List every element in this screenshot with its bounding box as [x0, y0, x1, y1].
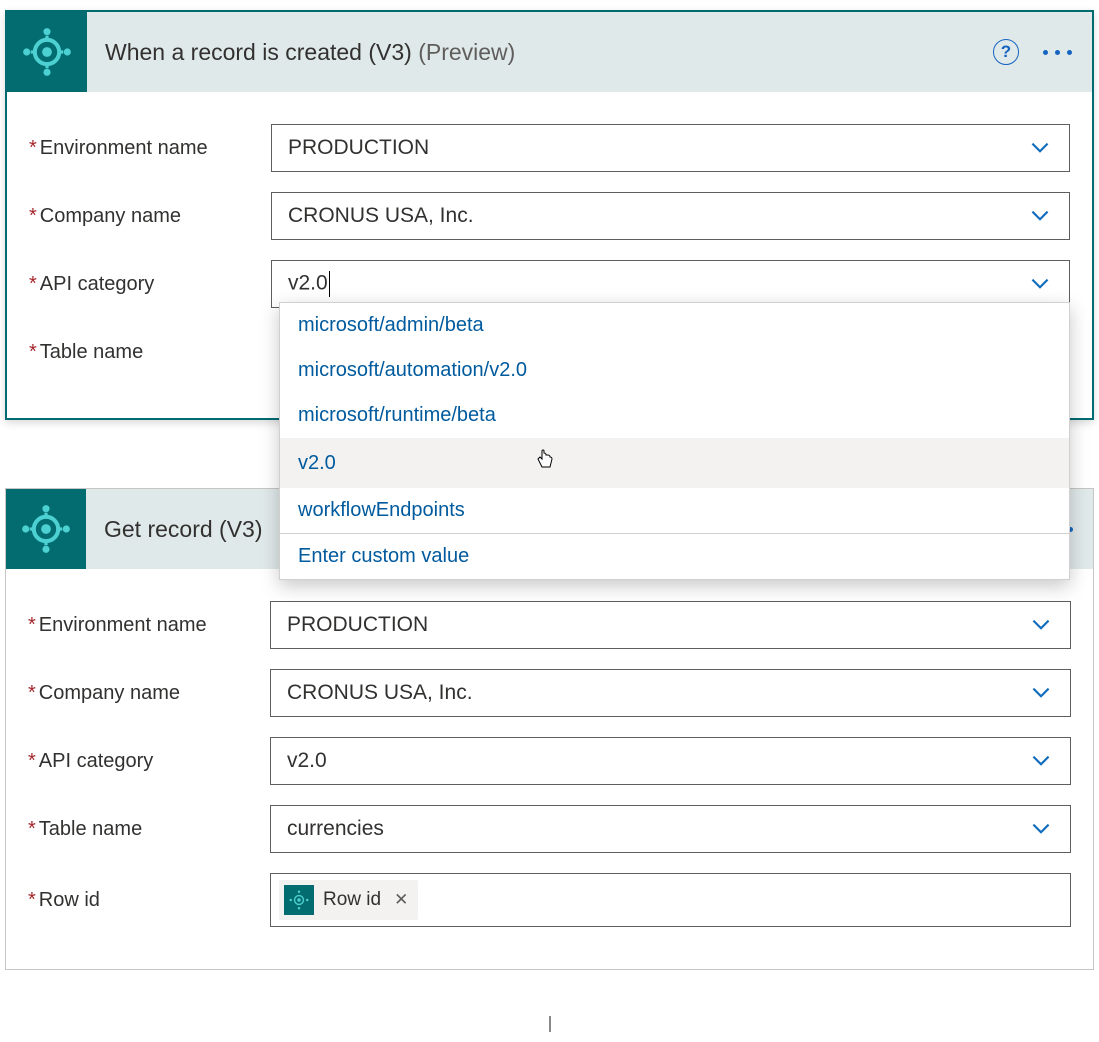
api-value: v2.0: [288, 271, 1027, 297]
api-value: v2.0: [287, 749, 1028, 773]
chevron-down-icon: [1028, 612, 1054, 638]
company-label: Company name: [39, 682, 180, 705]
help-icon[interactable]: ?: [993, 39, 1019, 65]
title-text: Get record (V3): [104, 516, 263, 542]
chevron-down-icon: [1027, 203, 1053, 229]
environment-name-select[interactable]: PRODUCTION: [270, 601, 1071, 649]
dropdown-custom-value[interactable]: Enter custom value: [280, 533, 1069, 579]
rowid-label: Row id: [39, 889, 100, 912]
dropdown-option[interactable]: microsoft/admin/beta: [280, 303, 1069, 348]
more-menu-button[interactable]: [1039, 44, 1076, 61]
connector-icon: [7, 12, 87, 92]
card-title: When a record is created (V3) (Preview): [105, 39, 993, 66]
chevron-down-icon: [1027, 271, 1053, 297]
chevron-down-icon: [1028, 680, 1054, 706]
company-name-select[interactable]: CRONUS USA, Inc.: [270, 669, 1071, 717]
api-category-select[interactable]: v2.0: [271, 260, 1070, 308]
env-label: Environment name: [39, 614, 207, 637]
company-name-select[interactable]: CRONUS USA, Inc.: [271, 192, 1070, 240]
api-category-dropdown[interactable]: microsoft/admin/beta microsoft/automatio…: [279, 302, 1070, 580]
card-header: When a record is created (V3) (Preview) …: [7, 12, 1092, 92]
table-value: currencies: [287, 817, 1028, 841]
chevron-down-icon: [1028, 748, 1054, 774]
cursor-icon: [536, 449, 554, 477]
dropdown-option[interactable]: workflowEndpoints: [280, 488, 1069, 533]
card-body: *Environment name PRODUCTION *Company na…: [6, 569, 1093, 969]
close-icon[interactable]: ✕: [394, 890, 408, 910]
table-name-select[interactable]: currencies: [270, 805, 1071, 853]
token-label: Row id: [323, 889, 381, 911]
company-value: CRONUS USA, Inc.: [288, 204, 1027, 228]
env-label: Environment name: [40, 137, 208, 160]
table-label: Table name: [39, 818, 142, 841]
preview-label: (Preview): [418, 39, 515, 65]
title-text: When a record is created (V3): [105, 39, 412, 65]
environment-name-select[interactable]: PRODUCTION: [271, 124, 1070, 172]
env-value: PRODUCTION: [287, 613, 1028, 637]
table-label: Table name: [40, 341, 143, 364]
api-category-select[interactable]: v2.0: [270, 737, 1071, 785]
dropdown-option[interactable]: v2.0: [280, 438, 1069, 488]
company-label: Company name: [40, 205, 181, 228]
row-id-input[interactable]: Row id ✕: [270, 873, 1071, 927]
api-label: API category: [40, 273, 155, 296]
connector-icon: [6, 489, 86, 569]
api-label: API category: [39, 750, 154, 773]
dynamic-token[interactable]: Row id ✕: [279, 880, 418, 920]
dropdown-option[interactable]: microsoft/runtime/beta: [280, 393, 1069, 438]
dropdown-option[interactable]: microsoft/automation/v2.0: [280, 348, 1069, 393]
connector-icon: [284, 885, 314, 915]
chevron-down-icon: [1027, 135, 1053, 161]
connector-line: [5, 1016, 1094, 1032]
company-value: CRONUS USA, Inc.: [287, 681, 1028, 705]
chevron-down-icon: [1028, 816, 1054, 842]
env-value: PRODUCTION: [288, 136, 1027, 160]
